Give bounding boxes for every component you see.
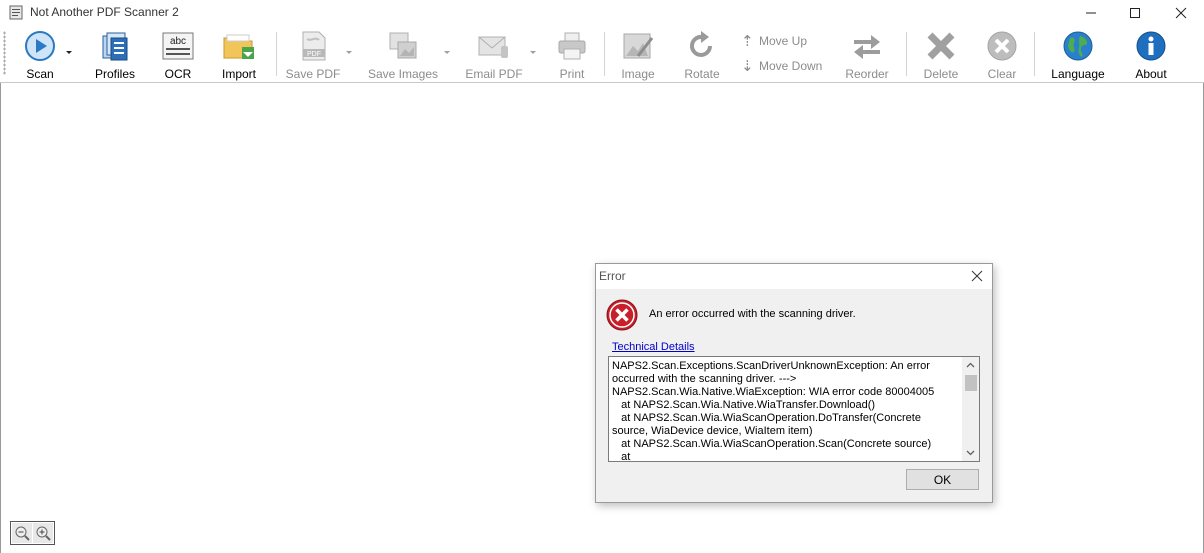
folder-icon xyxy=(223,34,254,59)
toolbar: Scan Profiles abc OCR Import PDF Save PD… xyxy=(0,26,1204,82)
ok-button[interactable]: OK xyxy=(906,469,979,490)
email-icon xyxy=(478,36,508,58)
arrow-up-icon: ⇡ xyxy=(741,33,754,50)
move-up-button[interactable]: ⇡ Move Up xyxy=(741,32,807,50)
error-message: An error occurred with the scanning driv… xyxy=(649,308,856,320)
image-edit-icon xyxy=(623,33,654,59)
clear-button[interactable]: Clear xyxy=(985,26,1019,82)
title-bar: Not Another PDF Scanner 2 xyxy=(0,0,1204,26)
reorder-button[interactable]: Reorder xyxy=(843,26,891,82)
save-images-button[interactable]: Save Images xyxy=(368,26,438,82)
zoom-controls xyxy=(10,521,55,545)
window-title: Not Another PDF Scanner 2 xyxy=(30,5,179,19)
scroll-thumb[interactable] xyxy=(965,375,977,391)
scan-dropdown-arrow[interactable] xyxy=(66,51,72,54)
app-icon xyxy=(9,5,23,20)
email-pdf-dropdown-arrow[interactable] xyxy=(530,51,536,54)
close-icon xyxy=(971,270,983,282)
minimize-button[interactable] xyxy=(1068,0,1114,26)
printer-icon xyxy=(558,32,586,60)
delete-icon xyxy=(927,32,955,60)
technical-details-text: NAPS2.Scan.Exceptions.ScanDriverUnknownE… xyxy=(612,360,935,462)
close-icon xyxy=(1175,7,1187,19)
rotate-button[interactable]: Rotate xyxy=(683,26,721,82)
maximize-button[interactable] xyxy=(1112,0,1158,26)
minimize-icon xyxy=(1086,12,1096,14)
close-window-button[interactable] xyxy=(1158,0,1204,26)
toolbar-grip[interactable] xyxy=(3,31,6,75)
image-button[interactable]: Image xyxy=(619,26,657,82)
error-icon xyxy=(606,299,638,331)
zoom-out-icon xyxy=(15,526,30,541)
dialog-title-bar[interactable]: Error xyxy=(596,264,992,289)
svg-text:abc: abc xyxy=(170,36,186,47)
dialog-close-button[interactable] xyxy=(968,267,986,285)
images-icon xyxy=(389,32,417,59)
profiles-icon xyxy=(102,32,128,61)
scan-icon xyxy=(25,31,55,61)
ocr-icon: abc xyxy=(162,32,194,60)
pdf-icon: PDF xyxy=(302,31,326,61)
print-button[interactable]: Print xyxy=(555,26,589,82)
clear-icon xyxy=(987,31,1017,61)
save-images-dropdown-arrow[interactable] xyxy=(444,51,450,54)
technical-details-link[interactable]: Technical Details xyxy=(612,341,695,353)
zoom-in-button[interactable] xyxy=(33,523,53,543)
ocr-button[interactable]: abc OCR xyxy=(160,26,196,82)
scroll-down-button[interactable] xyxy=(962,445,979,460)
scroll-up-button[interactable] xyxy=(962,357,979,372)
profiles-button[interactable]: Profiles xyxy=(92,26,138,82)
error-dialog: Error An error occurred with the scannin… xyxy=(595,263,993,503)
svg-text:PDF: PDF xyxy=(307,51,321,58)
info-icon xyxy=(1136,31,1166,61)
maximize-icon xyxy=(1130,8,1140,18)
move-down-button[interactable]: ⇣ Move Down xyxy=(741,57,822,75)
scan-button[interactable]: Scan xyxy=(20,26,60,82)
language-button[interactable]: Language xyxy=(1050,26,1106,82)
zoom-out-button[interactable] xyxy=(12,523,32,543)
chevron-up-icon xyxy=(966,362,975,367)
rotate-icon xyxy=(690,31,712,57)
save-pdf-dropdown-arrow[interactable] xyxy=(346,51,352,54)
email-pdf-button[interactable]: Email PDF xyxy=(465,26,523,82)
save-pdf-button[interactable]: PDF Save PDF xyxy=(286,26,340,82)
zoom-in-icon xyxy=(36,526,51,541)
globe-icon xyxy=(1063,31,1093,61)
chevron-down-icon xyxy=(966,450,975,455)
technical-details-textbox[interactable]: NAPS2.Scan.Exceptions.ScanDriverUnknownE… xyxy=(608,356,980,462)
details-scrollbar[interactable] xyxy=(962,357,979,461)
arrow-down-icon: ⇣ xyxy=(741,58,754,75)
about-button[interactable]: About xyxy=(1132,26,1170,82)
import-button[interactable]: Import xyxy=(219,26,259,82)
delete-button[interactable]: Delete xyxy=(921,26,961,82)
dialog-title: Error xyxy=(599,269,626,283)
reorder-icon xyxy=(854,35,880,59)
